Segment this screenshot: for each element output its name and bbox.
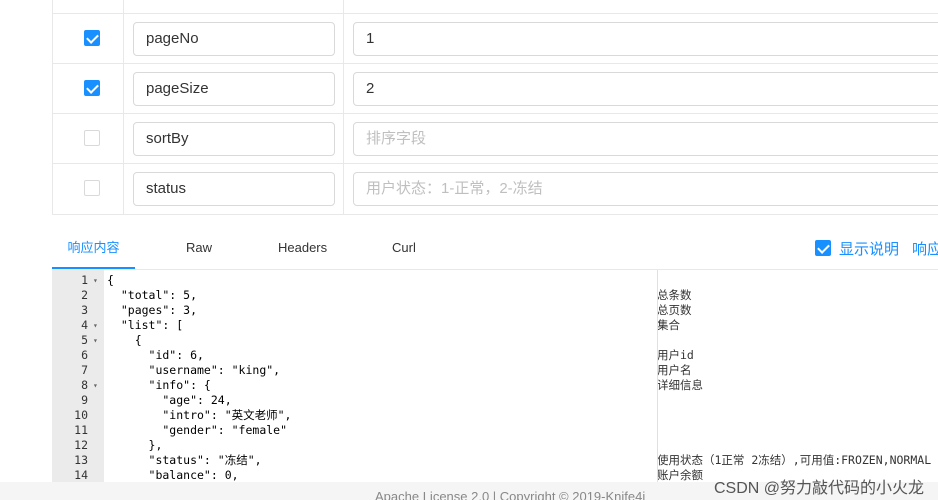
param-name-input[interactable]: sortBy: [133, 122, 335, 156]
code-line: },: [107, 438, 163, 452]
param-value-input[interactable]: 2: [353, 72, 938, 106]
field-description: 用户id: [657, 348, 694, 362]
response-code-viewer[interactable]: 1 ▾{2 "total": 5, 总条数 3 "pages": 3, 总页数 4 ▾ "l…: [52, 270, 938, 482]
fold-toggle-icon[interactable]: ▾: [93, 273, 98, 288]
code-line: "balance": 0,: [107, 468, 239, 482]
line-number: 11: [74, 423, 88, 437]
code-line: {: [107, 333, 142, 347]
code-line: "username": "king",: [107, 363, 281, 377]
param-value-input[interactable]: 排序字段: [353, 122, 938, 156]
fold-toggle-icon[interactable]: ▾: [93, 333, 98, 348]
code-line: "status": "冻结",: [107, 453, 262, 467]
param-value-input[interactable]: 用户状态：1-正常，2-冻结: [353, 172, 938, 206]
description-separator: [657, 270, 658, 482]
line-number: 14: [74, 468, 88, 482]
code-line: "age": 24,: [107, 393, 232, 407]
line-number: 2: [81, 288, 88, 302]
param-row: status 用户状态：1-正常，2-冻结: [53, 163, 938, 214]
field-description: 总条数: [657, 288, 692, 302]
param-value-input[interactable]: 1: [353, 22, 938, 56]
line-number: 10: [74, 408, 88, 422]
code-line: "list": [: [107, 318, 184, 332]
tab-headers[interactable]: Headers: [278, 229, 327, 269]
param-checkbox[interactable]: [84, 30, 100, 46]
code-line: "total": 5,: [107, 288, 198, 302]
tab-raw[interactable]: Raw: [186, 229, 212, 269]
footer-license: Apache License 2.0 | Copyright © 2019-Kn…: [375, 489, 646, 500]
param-name-input[interactable]: status: [133, 172, 335, 206]
code-line: "info": {: [107, 378, 211, 392]
param-row: sortBy 排序字段: [53, 113, 938, 164]
line-number: 9: [81, 393, 88, 407]
line-number: 13: [74, 453, 88, 467]
show-description-label: 显示说明: [839, 241, 900, 258]
line-number: 7: [81, 363, 88, 377]
code-line: "gender": "female": [107, 423, 288, 437]
fold-toggle-icon[interactable]: ▾: [93, 378, 98, 393]
field-description: 集合: [657, 318, 680, 332]
param-name-input[interactable]: pageNo: [133, 22, 335, 56]
show-description-checkbox[interactable]: [815, 240, 831, 256]
show-description-toggle[interactable]: 显示说明: [815, 238, 899, 259]
param-row: pageNo 1: [53, 13, 938, 64]
response-label[interactable]: 响应: [912, 238, 938, 259]
param-name-input[interactable]: pageSize: [133, 72, 335, 106]
code-line: "intro": "英文老师",: [107, 408, 292, 422]
line-number: 3: [81, 303, 88, 317]
code-line: "id": 6,: [107, 348, 204, 362]
field-description: 使用状态（1正常 2冻结）,可用值:FROZEN,NORMAL: [657, 453, 932, 467]
tab-curl[interactable]: Curl: [392, 229, 416, 269]
code-line: "pages": 3,: [107, 303, 198, 317]
field-description: 账户余额: [657, 468, 703, 482]
line-number: 12: [74, 438, 88, 452]
field-description: 总页数: [657, 303, 692, 317]
param-row: pageSize 2: [53, 63, 938, 114]
fold-toggle-icon[interactable]: ▾: [93, 318, 98, 333]
field-description: 用户名: [657, 363, 692, 377]
watermark: CSDN @努力敲代码的小火龙: [714, 480, 925, 497]
request-params-table: pageNo 1 pageSize 2 sortBy 排序字段 status 用…: [52, 0, 938, 215]
param-checkbox[interactable]: [84, 130, 100, 146]
field-description: 详细信息: [657, 378, 703, 392]
response-tabs: 响应内容 Raw Headers Curl: [52, 229, 938, 270]
param-checkbox[interactable]: [84, 80, 100, 96]
line-number: 6: [81, 348, 88, 362]
param-checkbox[interactable]: [84, 180, 100, 196]
tab-response-content[interactable]: 响应内容: [52, 229, 135, 269]
code-line: {: [107, 273, 114, 287]
